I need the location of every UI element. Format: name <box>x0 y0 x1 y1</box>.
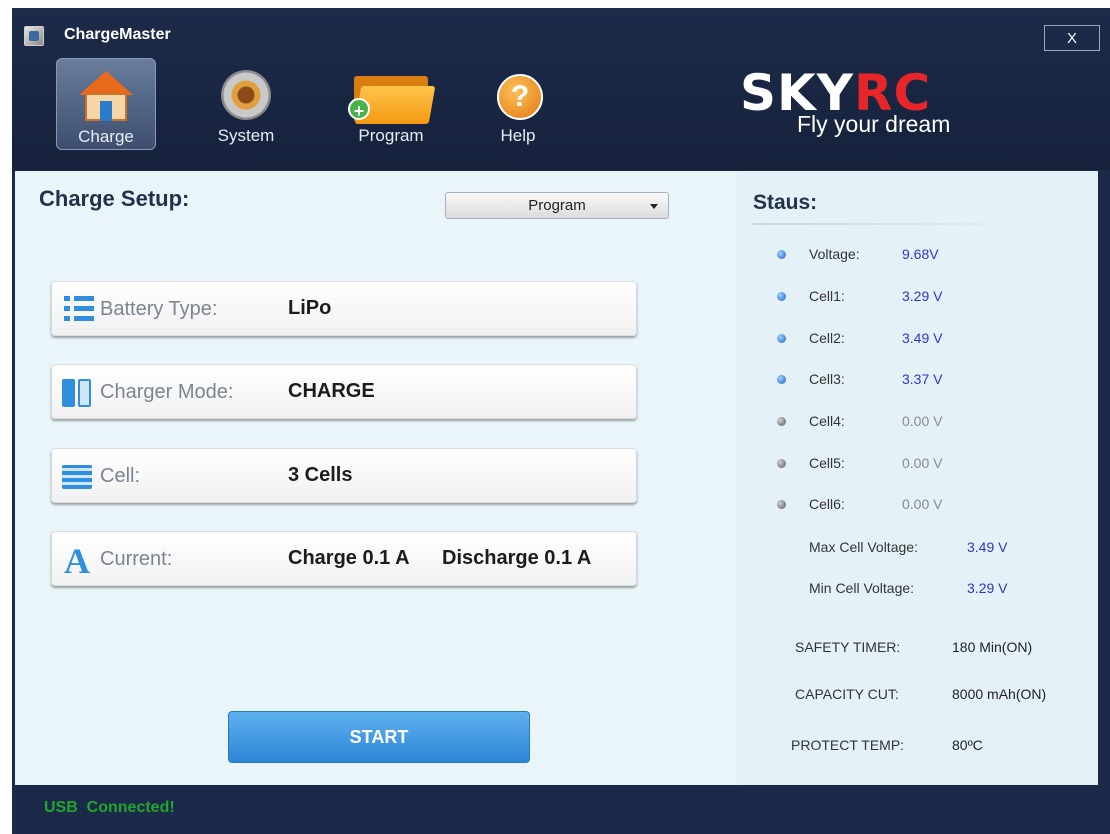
brand-logo: SKYRC Fly your dream <box>740 68 950 137</box>
max-cell-voltage-label: Max Cell Voltage: <box>809 539 918 555</box>
capacity-cut-value: 8000 mAh(ON) <box>952 686 1047 702</box>
house-icon <box>75 69 137 123</box>
status-dot-icon <box>777 417 786 426</box>
safety-timer-value: 180 Min(ON) <box>952 639 1033 655</box>
nav-help-label: Help <box>500 126 536 145</box>
voltage-row: Voltage: 9.68V <box>777 245 1077 265</box>
charger-mode-row[interactable]: Charger Mode: CHARGE <box>51 364 637 419</box>
nav-help[interactable]: ? Help <box>468 58 568 150</box>
status-dot-icon <box>777 292 786 301</box>
program-select[interactable]: Program <box>445 192 669 219</box>
cell2-label: Cell2: <box>809 330 845 346</box>
voltage-label: Voltage: <box>809 246 860 262</box>
ampere-icon: A <box>64 541 90 581</box>
protect-temp-label: PROTECT TEMP: <box>791 737 905 753</box>
app-window: ChargeMaster X Charge System + Program ?… <box>12 8 1110 834</box>
close-button[interactable]: X <box>1044 25 1100 51</box>
header: ChargeMaster X Charge System + Program ?… <box>12 8 1110 170</box>
program-select-value: Program <box>528 197 586 214</box>
status-title: Staus: <box>753 191 818 214</box>
status-dot-icon <box>777 500 786 509</box>
current-row[interactable]: A Current: Charge 0.1 A Discharge 0.1 A <box>51 531 637 586</box>
app-icon <box>24 26 44 46</box>
nav-program-label: Program <box>358 126 424 145</box>
chevron-down-icon <box>650 204 658 209</box>
help-icon: ? <box>487 68 549 122</box>
cell5-value: 0.00 V <box>902 455 943 471</box>
cell4-row: Cell4: 0.00 V <box>777 412 1077 432</box>
nav-system-label: System <box>217 126 275 145</box>
gear-icon <box>215 68 277 122</box>
charge-setup-panel: Charge Setup: Program Battery Type: LiPo… <box>15 171 737 785</box>
cell5-row: Cell5: 0.00 V <box>777 454 1077 474</box>
current-discharge-value: Discharge 0.1 A <box>442 547 592 569</box>
nav-charge-label: Charge <box>78 127 134 146</box>
cell3-label: Cell3: <box>809 371 845 387</box>
current-label: Current: <box>100 548 173 570</box>
cell4-label: Cell4: <box>809 413 845 429</box>
current-charge-value: Charge 0.1 A <box>288 547 410 569</box>
status-dot-icon <box>777 334 786 343</box>
battery-type-row[interactable]: Battery Type: LiPo <box>51 281 637 336</box>
charger-mode-label: Charger Mode: <box>100 381 234 403</box>
cell-row[interactable]: Cell: 3 Cells <box>51 448 637 503</box>
cell3-row: Cell3: 3.37 V <box>777 370 1077 390</box>
min-cell-voltage-label: Min Cell Voltage: <box>809 580 915 596</box>
cell3-value: 3.37 V <box>902 371 943 387</box>
nav-system[interactable]: System <box>196 58 296 150</box>
cell2-value: 3.49 V <box>902 330 943 346</box>
charger-mode-value: CHARGE <box>288 380 375 402</box>
min-cell-voltage-value: 3.29 V <box>967 580 1008 596</box>
voltage-value: 9.68V <box>902 246 939 262</box>
cell4-value: 0.00 V <box>902 413 943 429</box>
status-bar: USB Connected! <box>12 788 1110 834</box>
cells-icon <box>58 463 94 491</box>
max-cell-voltage-value: 3.49 V <box>967 539 1008 555</box>
cell6-label: Cell6: <box>809 496 845 512</box>
nav-program[interactable]: + Program <box>334 58 448 150</box>
status-dot-icon <box>777 459 786 468</box>
battery-type-value: LiPo <box>288 297 332 319</box>
cell5-label: Cell5: <box>809 455 845 471</box>
usb-status-text: USB Connected! <box>44 799 175 816</box>
status-dot-icon <box>777 250 786 259</box>
cell1-value: 3.29 V <box>902 288 943 304</box>
cell-label: Cell: <box>100 465 141 487</box>
start-button[interactable]: START <box>228 711 530 763</box>
cell6-value: 0.00 V <box>902 496 943 512</box>
cell1-label: Cell1: <box>809 288 845 304</box>
status-panel: Staus: Voltage: 9.68V Cell1: 3.29 V Cell… <box>737 171 1098 785</box>
status-divider <box>753 223 1053 225</box>
window-title: ChargeMaster <box>64 26 171 43</box>
list-icon <box>58 296 94 324</box>
cell6-row: Cell6: 0.00 V <box>777 495 1077 515</box>
battery-icon <box>58 379 94 407</box>
charge-setup-title: Charge Setup: <box>39 186 190 211</box>
cell-value: 3 Cells <box>288 464 353 486</box>
folder-add-icon: + <box>348 68 436 124</box>
safety-timer-label: SAFETY TIMER: <box>795 639 901 655</box>
battery-type-label: Battery Type: <box>100 298 218 320</box>
cell2-row: Cell2: 3.49 V <box>777 329 1077 349</box>
nav-charge[interactable]: Charge <box>56 58 156 150</box>
status-dot-icon <box>777 375 786 384</box>
brand-slogan: Fly your dream <box>797 111 951 137</box>
protect-temp-value: 80ºC <box>952 737 983 753</box>
capacity-cut-label: CAPACITY CUT: <box>795 686 899 702</box>
cell1-row: Cell1: 3.29 V <box>777 287 1077 307</box>
